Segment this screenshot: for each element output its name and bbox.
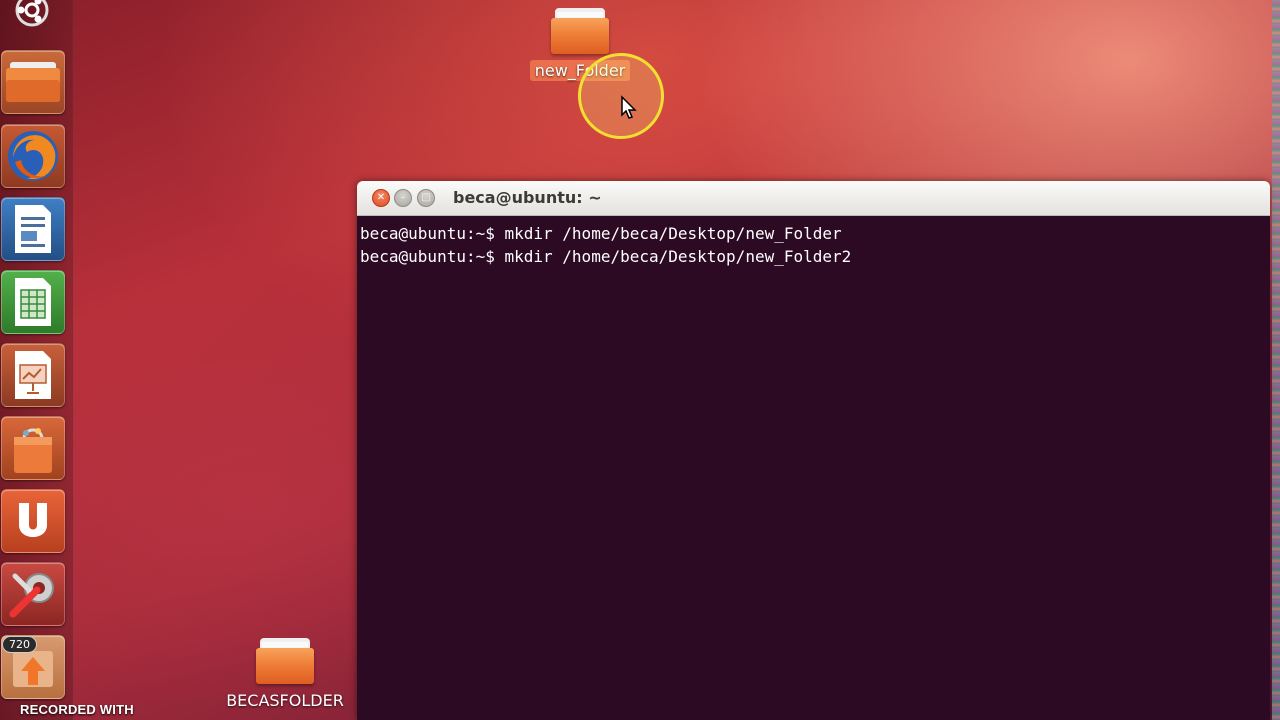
terminal-window[interactable]: ✕ – □ beca@ubuntu: ~ beca@ubuntu:~$ mkdi… — [357, 181, 1270, 720]
screen-edge-artifact — [1272, 0, 1280, 720]
desktop[interactable]: 720 RECORDED WITH new_Folder BECASFOLDER… — [0, 0, 1280, 720]
launcher: 720 — [0, 0, 73, 720]
maximize-icon: □ — [421, 192, 431, 203]
launcher-files[interactable] — [1, 50, 65, 114]
terminal-line: beca@ubuntu:~$ mkdir /home/beca/Desktop/… — [360, 247, 852, 266]
firefox-icon — [8, 131, 58, 181]
launcher-firefox[interactable] — [1, 124, 65, 188]
close-button[interactable]: ✕ — [372, 189, 390, 207]
launcher-calc[interactable] — [1, 270, 65, 334]
minimize-icon: – — [400, 192, 406, 203]
presentation-icon — [15, 351, 51, 399]
launcher-writer[interactable] — [1, 197, 65, 261]
launcher-ubuntu-one[interactable] — [1, 489, 65, 553]
launcher-impress[interactable] — [1, 343, 65, 407]
tools-icon — [9, 573, 54, 618]
maximize-button[interactable]: □ — [417, 189, 435, 207]
terminal-output[interactable]: beca@ubuntu:~$ mkdir /home/beca/Desktop/… — [357, 216, 1270, 720]
ubuntu-logo-icon — [15, 0, 49, 27]
desktop-icon-label: BECASFOLDER — [226, 691, 344, 710]
terminal-titlebar[interactable]: ✕ – □ beca@ubuntu: ~ — [357, 181, 1270, 216]
ubuntu-one-icon — [19, 503, 47, 537]
terminal-title: beca@ubuntu: ~ — [453, 188, 602, 207]
spreadsheet-icon — [15, 278, 51, 326]
close-icon: ✕ — [376, 192, 386, 203]
shopping-bag-icon — [14, 428, 52, 473]
recording-watermark: RECORDED WITH — [20, 702, 134, 717]
dash-home-button[interactable] — [10, 0, 54, 30]
document-icon — [15, 205, 51, 253]
folder-icon — [6, 62, 60, 102]
launcher-software-center[interactable] — [1, 416, 65, 480]
desktop-icon-becasfolder[interactable]: BECASFOLDER — [220, 638, 350, 711]
launcher-system-settings[interactable] — [1, 562, 65, 626]
folder-icon — [551, 8, 609, 54]
terminal-line: beca@ubuntu:~$ mkdir /home/beca/Desktop/… — [360, 224, 842, 243]
minimize-button[interactable]: – — [394, 189, 412, 207]
folder-icon — [256, 638, 314, 684]
mouse-cursor-icon — [621, 95, 637, 119]
launcher-count-badge: 720 — [2, 636, 37, 653]
